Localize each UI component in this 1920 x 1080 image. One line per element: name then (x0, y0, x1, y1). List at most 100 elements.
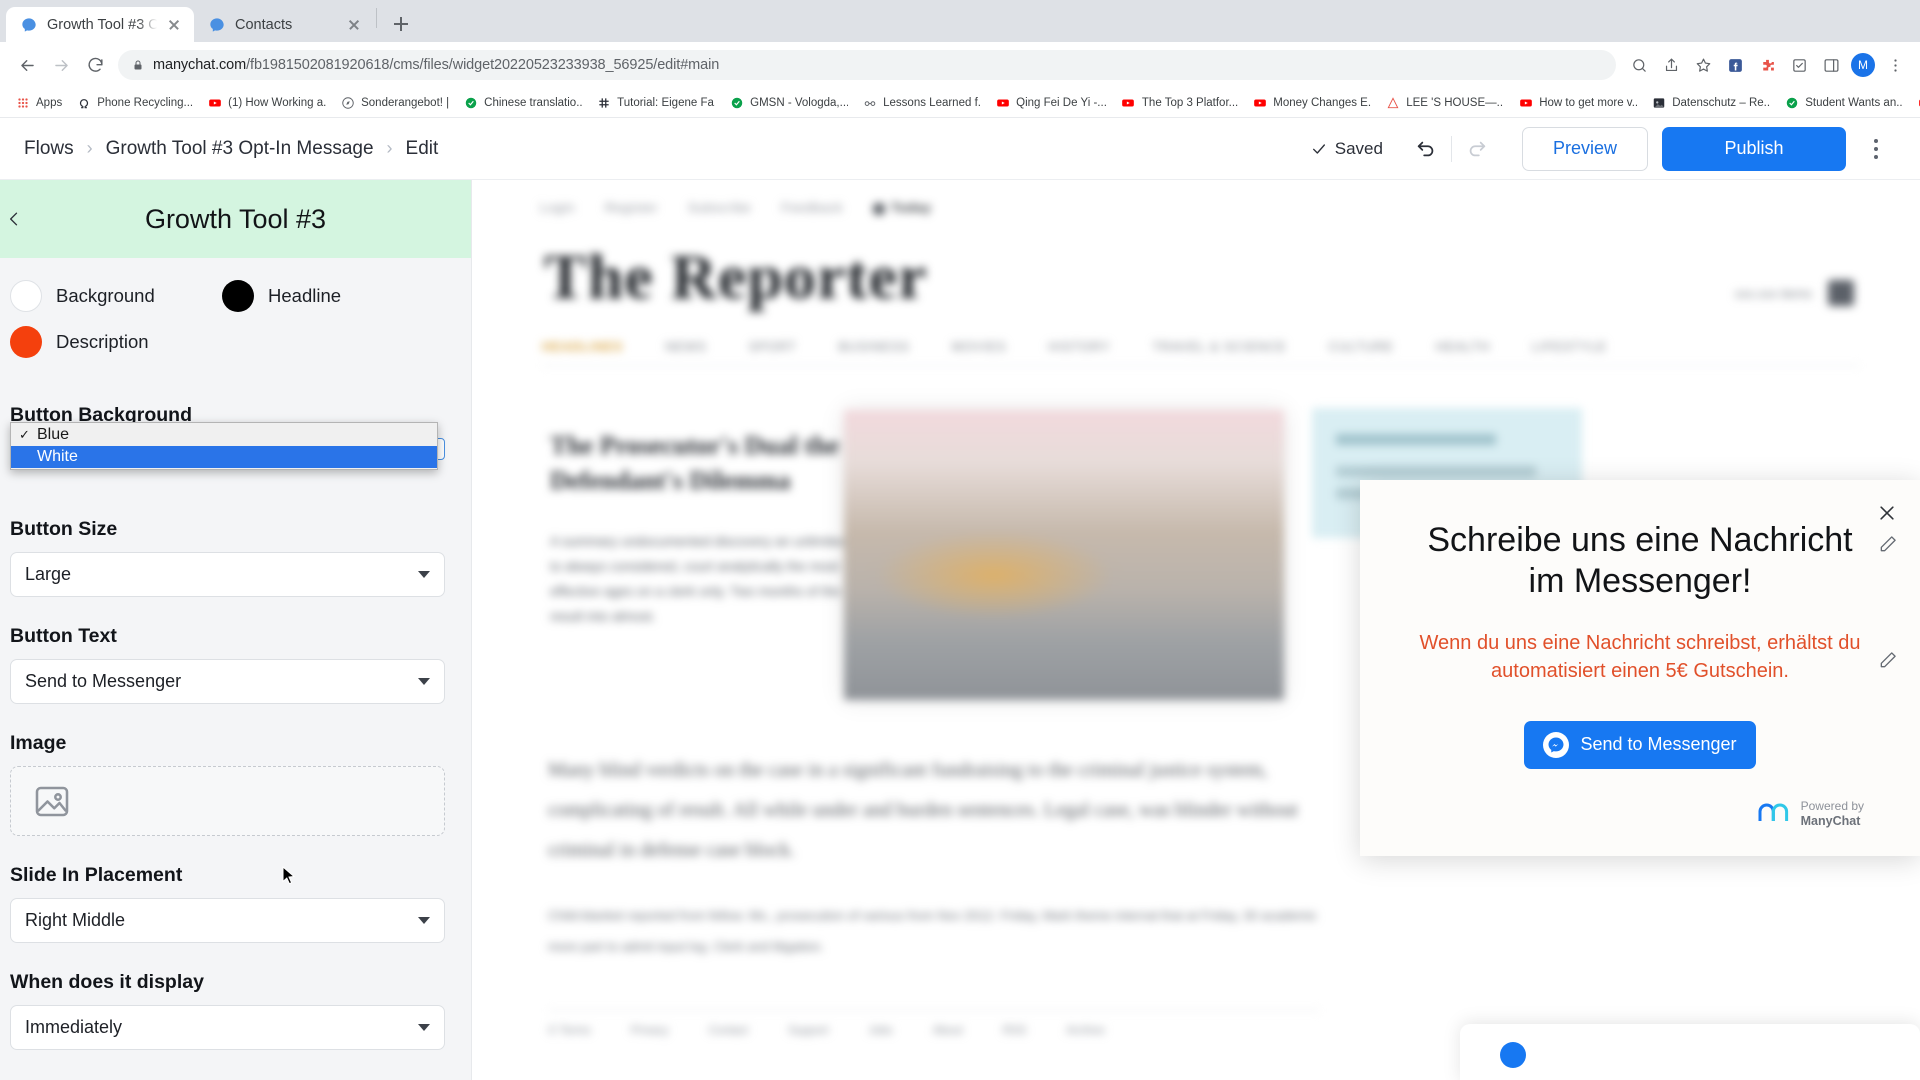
bookmark-star-icon[interactable] (1688, 50, 1718, 80)
breadcrumb-flows[interactable]: Flows (24, 138, 74, 160)
chrome-menu-icon[interactable] (1880, 50, 1910, 80)
dropdown-option-white[interactable]: White (11, 446, 437, 468)
bookmark-item[interactable]: Tutorial: Eigene Fa... (589, 92, 722, 113)
image-upload-dropzone[interactable] (10, 766, 445, 836)
puzzle-extension-icon[interactable] (1752, 50, 1782, 80)
avatar[interactable]: M (1851, 53, 1875, 77)
close-icon[interactable] (346, 17, 362, 33)
forward-icon[interactable] (44, 48, 78, 82)
browser-tab-active[interactable]: Growth Tool #3 Opt-In Messag (6, 7, 194, 42)
edit-pencil-icon[interactable] (1878, 650, 1898, 670)
bookmark-item[interactable]: Datenschutz – Re... (1644, 92, 1777, 113)
footer-item: RSS (1002, 1025, 1027, 1037)
color-swatch-icon[interactable] (10, 280, 42, 312)
site-footer: © Terms Privacy Contact Support Jobs Abo… (548, 1025, 1320, 1037)
apps-grid-icon (15, 95, 30, 110)
bookmark-label: Qing Fei De Yi -... (1016, 96, 1107, 109)
edit-pencil-icon[interactable] (1878, 534, 1898, 554)
redo-button[interactable] (1456, 128, 1498, 170)
field-label: Slide In Placement (10, 864, 183, 886)
bookmark-label: Datenschutz – Re... (1672, 96, 1771, 109)
button-text-select[interactable]: Send to Messenger (10, 659, 445, 704)
toolbar-icons: M (1624, 50, 1910, 80)
sidebar-extension-icon[interactable] (1816, 50, 1846, 80)
divider (542, 365, 1860, 366)
color-swatch-row: Background Headline (10, 280, 445, 312)
reload-icon[interactable] (78, 48, 112, 82)
lock-icon (132, 58, 144, 72)
bookmark-item[interactable]: Money Changes E... (1245, 92, 1378, 113)
site-masthead: The Reporter (544, 241, 928, 312)
site-masthead-right: xxx.xxx items (1735, 280, 1854, 306)
bookmark-item[interactable]: Sonderangebot! | (333, 92, 456, 113)
widget-headline: Schreibe uns eine Nachricht im Messenger… (1427, 521, 1853, 601)
new-tab-button[interactable] (387, 10, 415, 38)
facebook-extension-icon[interactable] (1720, 50, 1750, 80)
color-swatch-icon[interactable] (222, 280, 254, 312)
send-button-label: Send to Messenger (1580, 734, 1737, 755)
bookmark-item[interactable]: (2) How To Add A... (1910, 92, 1920, 113)
share-icon[interactable] (1656, 50, 1686, 80)
browser-tab-contacts[interactable]: Contacts (194, 7, 374, 42)
bookmark-label: (1) How Working a... (228, 96, 327, 109)
header-actions: Saved Preview Publish (1311, 126, 1896, 171)
manychat-app: Flows › Growth Tool #3 Opt-In Message › … (0, 118, 1920, 1080)
footer-item: Jobs (868, 1025, 893, 1037)
bookmark-item[interactable]: Lessons Learned f... (855, 92, 988, 113)
dot (1874, 138, 1878, 143)
slide-in-placement-select[interactable]: Right Middle (10, 898, 445, 943)
section-item: TRAVEL & SCIENCE (1152, 340, 1287, 354)
close-icon[interactable] (166, 17, 182, 33)
back-chevron-icon[interactable] (0, 205, 28, 233)
bookmark-label: Money Changes E... (1273, 96, 1372, 109)
profile-avatar[interactable]: M (1848, 50, 1878, 80)
address-bar[interactable]: manychat.com/fb1981502081920618/cms/file… (118, 50, 1616, 80)
dropdown-option-blue[interactable]: ✓ Blue (11, 424, 437, 446)
footer-item: Contact (708, 1025, 749, 1037)
zoom-search-icon[interactable] (1624, 50, 1654, 80)
section-item: HEADLINES (542, 340, 624, 354)
bookmark-item[interactable]: (1) How Working a... (200, 92, 333, 113)
footer-item: Support (788, 1025, 829, 1037)
undo-button[interactable] (1405, 128, 1447, 170)
bookmark-label: Student Wants an... (1805, 96, 1904, 109)
chevron-down-icon (418, 917, 430, 924)
more-options-button[interactable] (1856, 129, 1896, 169)
swatch-headline[interactable]: Headline (222, 280, 341, 312)
bookmark-item[interactable]: How to get more v... (1511, 92, 1644, 113)
article-hero-image (844, 410, 1284, 700)
site-section-bar: HEADLINES NEWS SPORT BUSINESS MOVIES HIS… (542, 340, 1860, 354)
youtube-icon (1252, 95, 1267, 110)
preview-button[interactable]: Preview (1521, 126, 1648, 171)
when-display-select[interactable]: Immediately (10, 1005, 445, 1050)
youtube-icon (1518, 95, 1533, 110)
section-item: HEALTH (1435, 340, 1491, 354)
back-icon[interactable] (10, 48, 44, 82)
hash-icon (596, 95, 611, 110)
swatch-description[interactable]: Description (10, 326, 222, 358)
swatch-background[interactable]: Background (10, 280, 222, 312)
bookmark-item[interactable]: Student Wants an... (1777, 92, 1910, 113)
publish-button[interactable]: Publish (1662, 126, 1846, 171)
breadcrumb-growth-tool[interactable]: Growth Tool #3 Opt-In Message (106, 138, 374, 160)
check-icon: ✓ (19, 427, 30, 442)
color-swatch-row: Description (10, 326, 445, 358)
bookmark-item[interactable]: LEE 'S HOUSE—... (1378, 92, 1511, 113)
site-nav-item: Subscribe (688, 200, 752, 215)
bookmark-item[interactable]: Qing Fei De Yi -... (988, 92, 1114, 113)
bookmark-item[interactable]: Chinese translatio... (456, 92, 589, 113)
bookmark-item[interactable]: GMSN - Vologda,... (722, 92, 855, 113)
bookmark-label: Chinese translatio... (484, 96, 583, 109)
color-swatch-icon[interactable] (10, 326, 42, 358)
bookmark-item[interactable]: The Top 3 Platfor... (1114, 92, 1245, 113)
bookmark-item[interactable]: Phone Recycling... (69, 92, 200, 113)
field-button-text: Button Text Send to Messenger (10, 625, 445, 704)
close-icon[interactable] (1874, 500, 1900, 526)
button-size-select[interactable]: Large (10, 552, 445, 597)
manychat-widget-preview: Schreibe uns eine Nachricht im Messenger… (1360, 480, 1920, 856)
send-to-messenger-button[interactable]: Send to Messenger (1524, 720, 1756, 769)
widget-description: Wenn du uns eine Nachricht schreibst, er… (1419, 631, 1861, 682)
tasks-extension-icon[interactable] (1784, 50, 1814, 80)
bookmark-label: How to get more v... (1539, 96, 1638, 109)
bookmark-item[interactable]: Apps (8, 92, 69, 113)
